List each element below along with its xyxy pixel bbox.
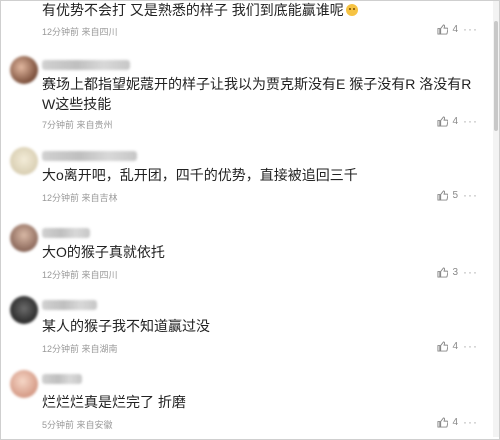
comment-text: 赛场上都指望妮蔻开的样子让我以为贾克斯没有E 猴子没有R 洛没有R W这些技能 bbox=[42, 76, 472, 112]
like-button[interactable]: 4 bbox=[437, 341, 458, 352]
comment-meta: 7分钟前 来自贵州 bbox=[42, 120, 113, 130]
like-count: 4 bbox=[452, 116, 458, 127]
thumbs-up-icon bbox=[437, 116, 449, 127]
like-count: 4 bbox=[452, 24, 458, 35]
username-blurred[interactable] bbox=[42, 300, 97, 310]
like-count: 5 bbox=[452, 190, 458, 201]
scrollbar[interactable] bbox=[493, 1, 499, 437]
scrollbar-thumb[interactable] bbox=[494, 21, 498, 131]
comment-meta: 12分钟前 来自四川 bbox=[42, 270, 118, 280]
comment-text: 大o离开吧，乱开团，四千的优势，直接被追回三千 bbox=[42, 167, 358, 183]
avatar[interactable] bbox=[10, 296, 38, 324]
like-button[interactable]: 4 bbox=[437, 24, 458, 35]
avatar[interactable] bbox=[10, 56, 38, 84]
smile-emoji-icon bbox=[345, 4, 358, 16]
more-options-button[interactable]: ··· bbox=[463, 22, 478, 36]
more-options-button[interactable]: ··· bbox=[463, 415, 478, 429]
comment-meta: 12分钟前 来自湖南 bbox=[42, 344, 118, 354]
avatar[interactable] bbox=[10, 370, 38, 398]
avatar[interactable] bbox=[10, 147, 38, 175]
like-button[interactable]: 4 bbox=[437, 417, 458, 428]
like-count: 4 bbox=[452, 341, 458, 352]
more-options-button[interactable]: ··· bbox=[463, 114, 478, 128]
username-blurred[interactable] bbox=[42, 374, 82, 384]
thumbs-up-icon bbox=[437, 24, 449, 35]
comment-meta: 5分钟前 来自安徽 bbox=[42, 420, 113, 430]
like-button[interactable]: 4 bbox=[437, 116, 458, 127]
comment-text: 大O的猴子真就依托 bbox=[42, 244, 165, 260]
more-options-button[interactable]: ··· bbox=[463, 188, 478, 202]
comment-item: 有优势不会打 又是熟悉的样子 我们到底能赢谁呢 12分钟前 来自四川 4 ··· bbox=[0, 0, 490, 45]
comment-text: 烂烂烂真是烂完了 折磨 bbox=[42, 394, 186, 410]
username-blurred[interactable] bbox=[42, 228, 90, 238]
thumbs-up-icon bbox=[437, 341, 449, 352]
username-blurred[interactable] bbox=[42, 151, 137, 161]
like-button[interactable]: 5 bbox=[437, 190, 458, 201]
thumbs-up-icon bbox=[437, 417, 449, 428]
comment-item: 烂烂烂真是烂完了 折磨 5分钟前 来自安徽 4 ··· bbox=[0, 368, 490, 438]
avatar[interactable] bbox=[10, 224, 38, 252]
like-count: 4 bbox=[452, 417, 458, 428]
comment-item: 赛场上都指望妮蔻开的样子让我以为贾克斯没有E 猴子没有R 洛没有R W这些技能 … bbox=[0, 52, 490, 142]
like-button[interactable]: 3 bbox=[437, 267, 458, 278]
comment-text: 某人的猴子我不知道赢过没 bbox=[42, 318, 210, 334]
more-options-button[interactable]: ··· bbox=[463, 265, 478, 279]
username-blurred[interactable] bbox=[42, 60, 130, 70]
comment-text: 有优势不会打 又是熟悉的样子 我们到底能赢谁呢 bbox=[42, 0, 472, 20]
comment-item: 某人的猴子我不知道赢过没 12分钟前 来自湖南 4 ··· bbox=[0, 294, 490, 356]
thumbs-up-icon bbox=[437, 190, 449, 201]
like-count: 3 bbox=[452, 267, 458, 278]
comment-meta: 12分钟前 来自吉林 bbox=[42, 193, 118, 203]
more-options-button[interactable]: ··· bbox=[463, 339, 478, 353]
comment-meta: 12分钟前 来自四川 bbox=[42, 27, 118, 37]
comment-item: 大O的猴子真就依托 12分钟前 来自四川 3 ··· bbox=[0, 222, 490, 282]
comment-item: 大o离开吧，乱开团，四千的优势，直接被追回三千 12分钟前 来自吉林 5 ··· bbox=[0, 145, 490, 210]
thumbs-up-icon bbox=[437, 267, 449, 278]
